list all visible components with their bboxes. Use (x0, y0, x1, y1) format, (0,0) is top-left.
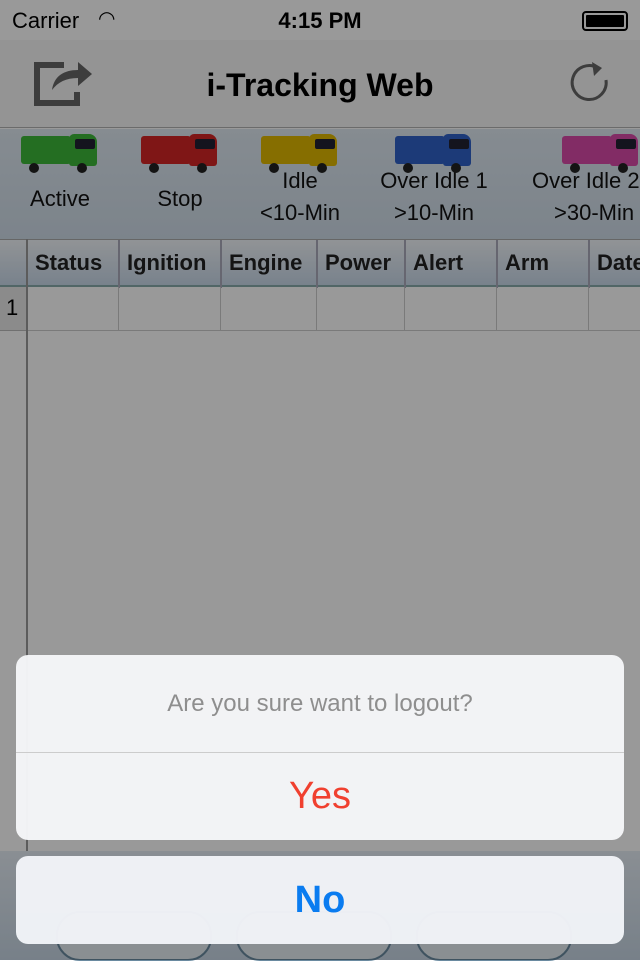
no-button[interactable]: No (16, 856, 624, 944)
logout-alert: Are you sure want to logout? Yes (16, 655, 624, 840)
yes-button[interactable]: Yes (16, 753, 624, 840)
alert-message: Are you sure want to logout? (16, 655, 624, 753)
